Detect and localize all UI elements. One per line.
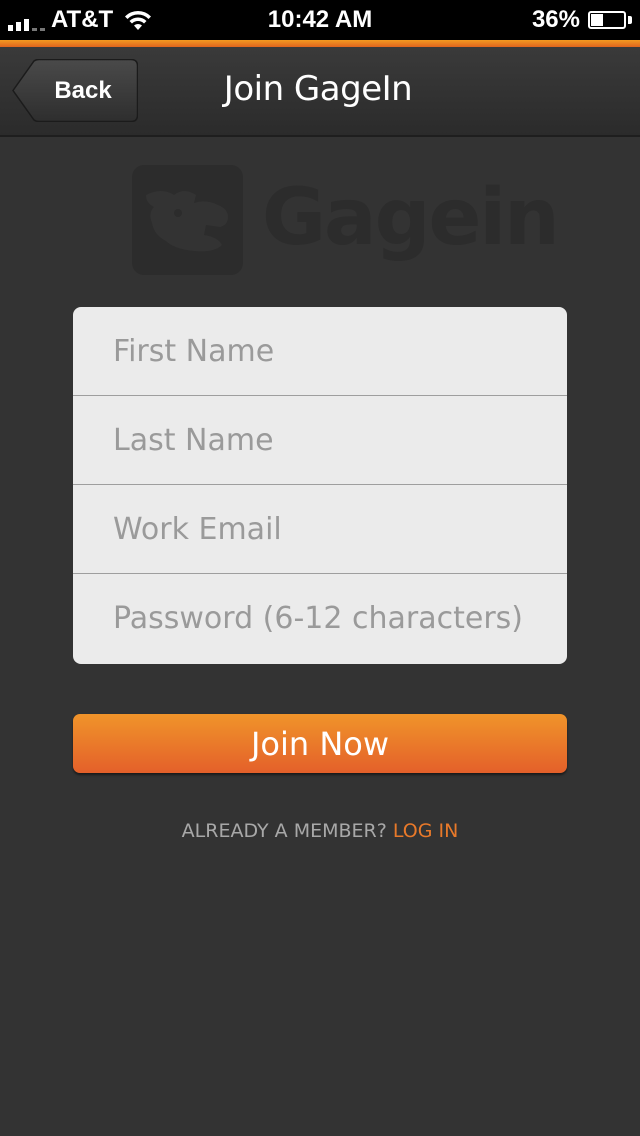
last-name-row [73, 396, 567, 485]
status-right: 36% [532, 6, 632, 34]
work-email-row [73, 485, 567, 574]
signup-form [73, 307, 567, 664]
first-name-field[interactable] [113, 333, 567, 369]
last-name-field[interactable] [113, 422, 567, 458]
battery-icon [588, 9, 632, 31]
page-title: Join GageIn [223, 69, 413, 109]
nav-bar: Back Join GageIn [0, 47, 640, 137]
gagein-logo: Gagein [132, 165, 560, 277]
status-bar: AT&T 10:42 AM 36% [0, 0, 640, 40]
first-name-row [73, 307, 567, 396]
join-now-button[interactable]: Join Now [73, 714, 567, 773]
battery-percent: 36% [531, 6, 580, 33]
logo-wordmark: Gagein [262, 173, 560, 263]
dragon-logo-icon [132, 165, 243, 275]
password-field[interactable] [113, 601, 567, 636]
already-member-line: ALREADY A MEMBER? LOG IN [0, 820, 640, 842]
work-email-field[interactable] [113, 511, 567, 547]
member-prompt: ALREADY A MEMBER? [181, 820, 387, 842]
password-row [73, 574, 567, 663]
accent-stripe [0, 40, 640, 47]
log-in-link[interactable]: LOG IN [393, 820, 458, 842]
